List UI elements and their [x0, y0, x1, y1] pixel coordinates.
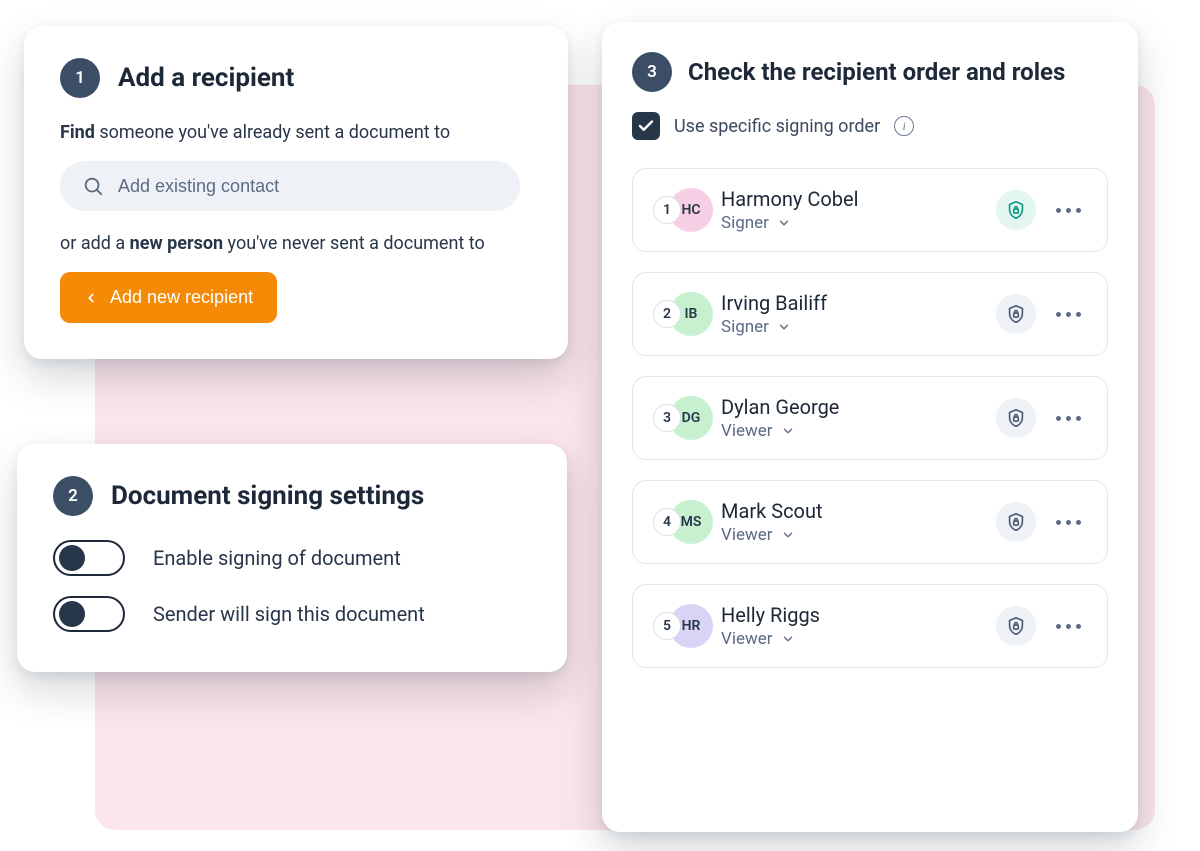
- chevron-down-icon: [781, 632, 795, 646]
- chevron-down-icon: [777, 320, 791, 334]
- recipient-role-select[interactable]: Signer: [721, 213, 982, 233]
- recipient-main: Dylan George Viewer: [721, 395, 982, 441]
- search-icon: [82, 175, 104, 197]
- recipient-name: Irving Bailiff: [721, 291, 982, 315]
- recipient-role-label: Viewer: [721, 421, 773, 441]
- more-menu[interactable]: [1050, 510, 1087, 535]
- lock-button[interactable]: [996, 398, 1036, 438]
- recipient-role-select[interactable]: Viewer: [721, 525, 982, 545]
- more-menu[interactable]: [1050, 302, 1087, 327]
- lock-shield-icon: [1005, 615, 1027, 637]
- step-badge-2: 2: [53, 476, 93, 516]
- recipient-row[interactable]: 4 MS Mark Scout Viewer: [632, 480, 1108, 564]
- or-hint-pre: or add a: [60, 233, 130, 254]
- or-hint-mid: new person: [130, 233, 223, 254]
- lock-shield-icon: [1005, 511, 1027, 533]
- order-number: 5: [653, 612, 681, 640]
- recipient-role-select[interactable]: Signer: [721, 317, 982, 337]
- lock-button[interactable]: [996, 502, 1036, 542]
- step-header-3: 3 Check the recipient order and roles: [632, 52, 1108, 92]
- recipient-row[interactable]: 3 DG Dylan George Viewer: [632, 376, 1108, 460]
- toggle-enable-signing[interactable]: [53, 540, 125, 576]
- toggle-row-enable-signing: Enable signing of document: [53, 540, 531, 576]
- step-badge-1: 1: [60, 58, 100, 98]
- find-hint: Find someone you've already sent a docum…: [60, 122, 532, 143]
- info-icon[interactable]: i: [894, 116, 914, 136]
- recipient-role-select[interactable]: Viewer: [721, 421, 982, 441]
- recipient-row[interactable]: 5 HR Helly Riggs Viewer: [632, 584, 1108, 668]
- recipient-name: Helly Riggs: [721, 603, 982, 627]
- chevron-down-icon: [777, 216, 791, 230]
- recipient-role-label: Signer: [721, 317, 769, 337]
- add-new-recipient-button[interactable]: Add new recipient: [60, 272, 277, 323]
- order-number: 4: [653, 508, 681, 536]
- order-avatar: 4 MS: [653, 500, 707, 544]
- order-avatar: 3 DG: [653, 396, 707, 440]
- step-title-3: Check the recipient order and roles: [688, 58, 1065, 86]
- lock-shield-icon: [1005, 407, 1027, 429]
- step-title-1: Add a recipient: [118, 63, 294, 93]
- search-input[interactable]: [118, 176, 498, 197]
- order-number: 1: [653, 196, 681, 224]
- lock-shield-icon: [1005, 303, 1027, 325]
- or-hint-rest: you've never sent a document to: [223, 233, 485, 254]
- recipient-main: Helly Riggs Viewer: [721, 603, 982, 649]
- recipient-row[interactable]: 2 IB Irving Bailiff Signer: [632, 272, 1108, 356]
- more-menu[interactable]: [1050, 614, 1087, 639]
- recipient-main: Irving Bailiff Signer: [721, 291, 982, 337]
- lock-button[interactable]: [996, 190, 1036, 230]
- chevron-left-icon: [84, 290, 98, 306]
- find-hint-rest: someone you've already sent a document t…: [95, 122, 450, 143]
- search-existing-contact[interactable]: [60, 161, 520, 211]
- step-title-2: Document signing settings: [111, 481, 424, 511]
- signing-order-label: Use specific signing order: [674, 116, 880, 137]
- recipient-main: Harmony Cobel Signer: [721, 187, 982, 233]
- recipient-role-select[interactable]: Viewer: [721, 629, 982, 649]
- order-avatar: 2 IB: [653, 292, 707, 336]
- toggle-sender-sign[interactable]: [53, 596, 125, 632]
- order-avatar: 5 HR: [653, 604, 707, 648]
- more-menu[interactable]: [1050, 198, 1087, 223]
- lock-shield-icon: [1005, 199, 1027, 221]
- recipient-name: Mark Scout: [721, 499, 982, 523]
- recipient-role-label: Viewer: [721, 525, 773, 545]
- chevron-down-icon: [781, 528, 795, 542]
- toggle-knob: [59, 545, 85, 571]
- lock-button[interactable]: [996, 294, 1036, 334]
- add-new-recipient-label: Add new recipient: [110, 287, 253, 308]
- more-menu[interactable]: [1050, 406, 1087, 431]
- step-header-2: 2 Document signing settings: [53, 476, 531, 516]
- order-avatar: 1 HC: [653, 188, 707, 232]
- recipient-role-label: Signer: [721, 213, 769, 233]
- recipient-name: Harmony Cobel: [721, 187, 982, 211]
- card-recipient-order: 3 Check the recipient order and roles Us…: [602, 22, 1138, 832]
- order-number: 3: [653, 404, 681, 432]
- chevron-down-icon: [781, 424, 795, 438]
- lock-button[interactable]: [996, 606, 1036, 646]
- or-hint: or add a new person you've never sent a …: [60, 233, 532, 254]
- toggle-knob: [59, 601, 85, 627]
- find-hint-strong: Find: [60, 122, 95, 143]
- recipient-role-label: Viewer: [721, 629, 773, 649]
- recipient-row[interactable]: 1 HC Harmony Cobel Signer: [632, 168, 1108, 252]
- recipient-name: Dylan George: [721, 395, 982, 419]
- signing-order-checkbox[interactable]: [632, 112, 660, 140]
- card-signing-settings: 2 Document signing settings Enable signi…: [17, 444, 567, 672]
- recipient-main: Mark Scout Viewer: [721, 499, 982, 545]
- toggle-row-sender-sign: Sender will sign this document: [53, 596, 531, 632]
- signing-order-row: Use specific signing order i: [632, 112, 1108, 140]
- toggle-enable-signing-label: Enable signing of document: [153, 546, 401, 570]
- recipient-list: 1 HC Harmony Cobel Signer 2 IB Irving Ba…: [632, 168, 1108, 668]
- card-add-recipient: 1 Add a recipient Find someone you've al…: [24, 26, 568, 359]
- toggle-sender-sign-label: Sender will sign this document: [153, 602, 425, 626]
- step-header-1: 1 Add a recipient: [60, 58, 532, 98]
- step-badge-3: 3: [632, 52, 672, 92]
- order-number: 2: [653, 300, 681, 328]
